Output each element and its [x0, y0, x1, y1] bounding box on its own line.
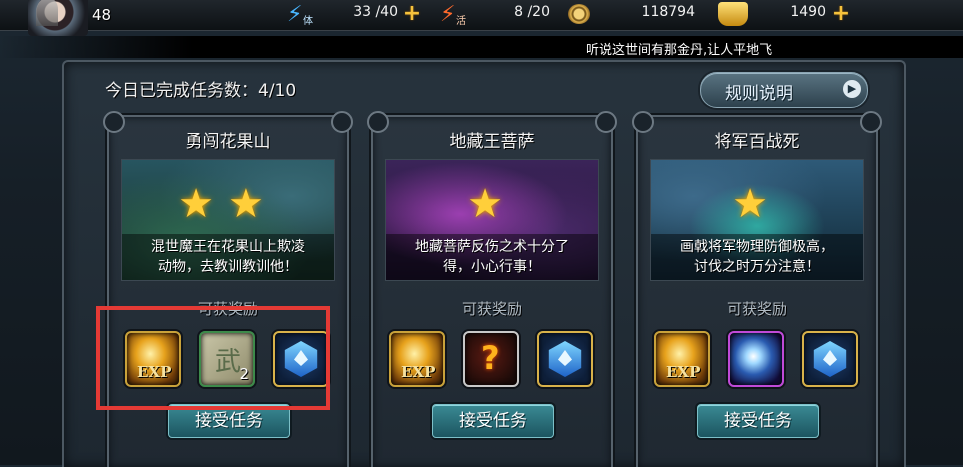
rules-button-label: 规则说明 — [725, 84, 793, 104]
orb-reward-icon[interactable] — [728, 331, 784, 387]
mission-description: 地藏菩萨反伤之术十分了 得，小心行事！ — [386, 234, 598, 280]
difficulty-stars: ★ — [467, 181, 517, 227]
gem-reward-icon[interactable] — [273, 331, 329, 387]
reward-label: 可获奖励 — [197, 300, 258, 318]
coin-icon — [568, 4, 590, 24]
stamina-bolt-icon: ⚡ 体 — [287, 2, 313, 27]
reward-label: 可获奖励 — [461, 300, 522, 318]
mission-title: 地藏王菩萨 — [449, 132, 535, 152]
gem-reward-icon[interactable] — [802, 331, 858, 387]
mystery-reward-icon[interactable]: ? — [463, 331, 519, 387]
exp-reward-icon[interactable]: EXP — [125, 331, 181, 387]
rules-button[interactable]: 规则说明 ▶ — [700, 72, 868, 108]
mission-title: 将军百战死 — [714, 132, 800, 152]
daily-progress-text: 今日已完成任务数：4/10 — [105, 81, 297, 101]
coin-value: 118794 — [641, 4, 695, 20]
accept-mission-button[interactable]: 接受任务 — [697, 404, 819, 438]
mission-description: 混世魔王在花果山上欺凌 动物，去教训教训他！ — [122, 234, 334, 280]
mission-card-2: 地藏王菩萨 ★ 地藏菩萨反伤之术十分了 得，小心行事！ 可获奖励 EXP ? 接… — [367, 111, 617, 467]
ticker-text: 听说这世间有那金丹,让人平地飞 — [586, 43, 773, 58]
mission-scene-image: ★★ 混世魔王在花果山上欺凌 动物，去教训教训他！ — [121, 159, 335, 281]
stamina-value: 33 /40 — [353, 4, 398, 20]
gold-ingot-icon — [718, 2, 748, 26]
top-status-bar: 48 ⚡ 体 33 /40 + ⚡ 活 8 /20 118794 1490 + — [0, 0, 963, 36]
accept-mission-button[interactable]: 接受任务 — [168, 404, 290, 438]
gem-reward-icon[interactable] — [537, 331, 593, 387]
scroll-reward-icon[interactable]: 武 2 — [199, 331, 255, 387]
add-gold-button[interactable]: + — [831, 3, 851, 25]
mission-scene-image: ★ 地藏菩萨反伤之术十分了 得，小心行事！ — [385, 159, 599, 281]
mission-title: 勇闯花果山 — [185, 132, 271, 152]
mission-scene-image: ★ 画戟将军物理防御极高， 讨伐之时万分注意！ — [650, 159, 864, 281]
notice-ticker: 听说这世间有那金丹,让人平地飞 — [0, 36, 963, 58]
reward-label: 可获奖励 — [726, 300, 787, 318]
vigor-bolt-icon: ⚡ 活 — [440, 2, 466, 27]
gold-value: 1490 — [790, 4, 826, 20]
mission-description: 画戟将军物理防御极高， 讨伐之时万分注意！ — [651, 234, 863, 280]
exp-reward-icon[interactable]: EXP — [654, 331, 710, 387]
avatar-portrait-image — [36, 0, 58, 26]
difficulty-stars: ★ — [732, 181, 782, 227]
player-level: 48 — [92, 6, 112, 24]
reward-quantity: 2 — [239, 365, 249, 383]
mission-card-3: 将军百战死 ★ 画戟将军物理防御极高， 讨伐之时万分注意！ 可获奖励 EXP 接… — [632, 111, 882, 467]
vigor-value: 8 /20 — [514, 4, 550, 20]
player-avatar[interactable] — [28, 0, 88, 36]
difficulty-stars: ★★ — [178, 181, 278, 227]
accept-mission-button[interactable]: 接受任务 — [432, 404, 554, 438]
mission-card-1: 勇闯花果山 ★★ 混世魔王在花果山上欺凌 动物，去教训教训他！ 可获奖励 EXP… — [103, 111, 353, 467]
exp-reward-icon[interactable]: EXP — [389, 331, 445, 387]
add-stamina-button[interactable]: + — [402, 3, 422, 25]
arrow-right-icon: ▶ — [843, 80, 861, 98]
